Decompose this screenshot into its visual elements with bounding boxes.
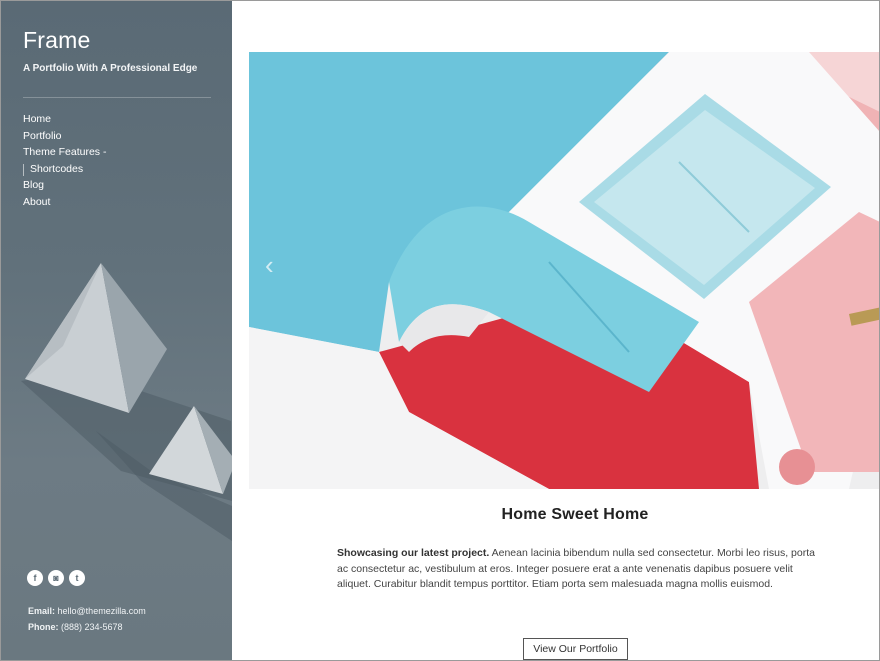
nav-item-shortcodes[interactable]: Shortcodes xyxy=(23,163,106,180)
social-links: f ◙ t xyxy=(27,570,85,586)
instagram-icon[interactable]: ◙ xyxy=(48,570,64,586)
hero-slider-image xyxy=(249,52,879,489)
pyramids-background-image xyxy=(21,263,232,541)
magazine-photo xyxy=(249,52,879,489)
intro-paragraph: Showcasing our latest project. Aenean la… xyxy=(337,546,817,593)
contact-phone: Phone: (888) 234-5678 xyxy=(28,622,123,632)
slider-prev-icon[interactable]: ‹ xyxy=(265,252,274,278)
nav-item-home[interactable]: Home xyxy=(23,113,106,130)
phone-value: (888) 234-5678 xyxy=(61,622,123,632)
contact-email: Email: hello@themezilla.com xyxy=(28,606,146,616)
email-link[interactable]: hello@themezilla.com xyxy=(58,606,146,616)
page-heading: Home Sweet Home xyxy=(501,506,649,523)
email-label: Email: xyxy=(28,606,56,616)
phone-label: Phone: xyxy=(28,622,59,632)
view-portfolio-button[interactable]: View Our Portfolio xyxy=(523,638,628,660)
sidebar: Frame A Portfolio With A Professional Ed… xyxy=(1,1,232,660)
site-description: A Portfolio With A Professional Edge xyxy=(23,63,198,74)
nav-item-portfolio[interactable]: Portfolio xyxy=(23,130,106,147)
nav-item-blog[interactable]: Blog xyxy=(23,179,106,196)
browser-frame: Frame A Portfolio With A Professional Ed… xyxy=(0,0,880,661)
intro-bold-text: Showcasing our latest project. xyxy=(337,547,490,559)
nav-item-about[interactable]: About xyxy=(23,196,106,213)
nav-item-theme-features[interactable]: Theme Features - xyxy=(23,146,106,163)
twitter-icon[interactable]: t xyxy=(69,570,85,586)
divider xyxy=(23,97,211,98)
facebook-icon[interactable]: f xyxy=(27,570,43,586)
main-navigation: Home Portfolio Theme Features - Shortcod… xyxy=(23,113,106,212)
site-title[interactable]: Frame xyxy=(23,27,90,54)
